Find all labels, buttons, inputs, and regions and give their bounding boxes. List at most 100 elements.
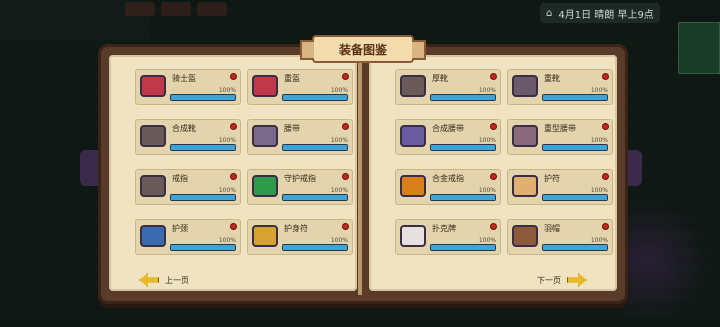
alloy-ring-icon [398,172,428,200]
knight-helmet-icon [138,72,168,100]
progress-fill [171,95,235,100]
new-indicator-dot [490,173,497,180]
progress-fill [543,95,607,100]
amulet-icon [250,222,280,250]
progress-fill [283,145,347,150]
item-percentage: 100% [590,137,608,144]
equipment-item[interactable]: 护身符 100% [247,219,353,255]
progress-bar [430,94,496,101]
new-indicator-dot [602,223,609,230]
item-percentage: 100% [478,187,496,194]
item-name: 合金戒指 [432,174,464,183]
prev-page-button[interactable]: 上一页 [139,273,189,287]
equipment-item[interactable]: 护颈 100% [135,219,241,255]
item-name: 厚靴 [432,74,448,83]
left-page: 骑士盔 100% 重盔 100% 合成靴 100% 腰带 100% 戒指 100% 守护戒指 100%… [109,55,357,291]
progress-bar [282,244,348,251]
progress-bar [170,244,236,251]
item-percentage: 100% [218,187,236,194]
crafted-boots-icon [138,122,168,150]
equipment-book: 骑士盔 100% 重盔 100% 合成靴 100% 腰带 100% 戒指 100% 守护戒指 100%… [98,44,628,304]
hud-button[interactable] [161,2,191,16]
progress-fill [283,195,347,200]
item-percentage: 100% [590,237,608,244]
equipment-item[interactable]: 戒指 100% [135,169,241,205]
progress-fill [283,95,347,100]
arrow-left-icon [139,273,159,287]
crafted-belt-icon [398,122,428,150]
right-page: 厚靴 100% 重靴 100% 合成腰带 100% 重型腰带 100% 合金戒指 100% 护符 10… [369,55,617,291]
progress-fill [431,245,495,250]
playing-card-icon [398,222,428,250]
item-name: 戒指 [172,174,188,183]
equipment-item[interactable]: 腰带 100% [247,119,353,155]
new-indicator-dot [490,223,497,230]
ring-icon [138,172,168,200]
page-title: 装备图鉴 [300,35,426,63]
equipment-item[interactable]: 合金戒指 100% [395,169,501,205]
status-bar: ⌂ 4月1日 晴朗 早上9点 [540,3,660,23]
progress-bar [282,144,348,151]
minimap[interactable] [678,22,720,74]
new-indicator-dot [490,123,497,130]
new-indicator-dot [490,73,497,80]
equipment-item[interactable]: 厚靴 100% [395,69,501,105]
book-spine [358,53,362,295]
hud-button[interactable] [125,2,155,16]
equipment-item[interactable]: 扑克牌 100% [395,219,501,255]
equipment-item[interactable]: 重型腰带 100% [507,119,613,155]
item-percentage: 100% [330,137,348,144]
new-indicator-dot [342,173,349,180]
right-item-grid: 厚靴 100% 重靴 100% 合成腰带 100% 重型腰带 100% 合金戒指 100% 护符 10… [395,69,613,255]
progress-bar [430,194,496,201]
item-percentage: 100% [330,187,348,194]
progress-bar [542,94,608,101]
progress-bar [282,94,348,101]
status-text: 4月1日 晴朗 早上9点 [558,9,654,21]
item-percentage: 100% [590,187,608,194]
progress-bar [542,244,608,251]
new-indicator-dot [602,173,609,180]
next-page-button[interactable]: 下一页 [537,273,587,287]
left-item-grid: 骑士盔 100% 重盔 100% 合成靴 100% 腰带 100% 戒指 100% 守护戒指 100%… [135,69,353,255]
item-percentage: 100% [218,137,236,144]
equipment-item[interactable]: 护符 100% [507,169,613,205]
item-name: 守护戒指 [284,174,316,183]
progress-bar [542,144,608,151]
progress-fill [543,245,607,250]
item-name: 重靴 [544,74,560,83]
progress-fill [431,195,495,200]
progress-bar [170,144,236,151]
item-percentage: 100% [218,237,236,244]
equipment-item[interactable]: 合成靴 100% [135,119,241,155]
equipment-item[interactable]: 守护戒指 100% [247,169,353,205]
top-buttons [125,2,227,16]
item-name: 羽帽 [544,224,560,233]
equipment-item[interactable]: 羽帽 100% [507,219,613,255]
new-indicator-dot [342,73,349,80]
equipment-item[interactable]: 重盔 100% [247,69,353,105]
progress-fill [543,145,607,150]
new-indicator-dot [230,73,237,80]
item-percentage: 100% [218,87,236,94]
equipment-item[interactable]: 合成腰带 100% [395,119,501,155]
progress-fill [171,245,235,250]
equipment-item[interactable]: 重靴 100% [507,69,613,105]
item-percentage: 100% [478,137,496,144]
thick-boots-icon [398,72,428,100]
progress-fill [171,145,235,150]
charm-icon [510,172,540,200]
heavy-boots-icon [510,72,540,100]
prev-page-label: 上一页 [165,275,189,285]
item-name: 重盔 [284,74,300,83]
equipment-item[interactable]: 骑士盔 100% [135,69,241,105]
progress-bar [170,194,236,201]
progress-fill [283,245,347,250]
neck-guard-icon [138,222,168,250]
hud-button[interactable] [197,2,227,16]
item-name: 扑克牌 [432,224,456,233]
item-name: 重型腰带 [544,124,576,133]
item-name: 腰带 [284,124,300,133]
item-name: 护身符 [284,224,308,233]
item-name: 合成腰带 [432,124,464,133]
